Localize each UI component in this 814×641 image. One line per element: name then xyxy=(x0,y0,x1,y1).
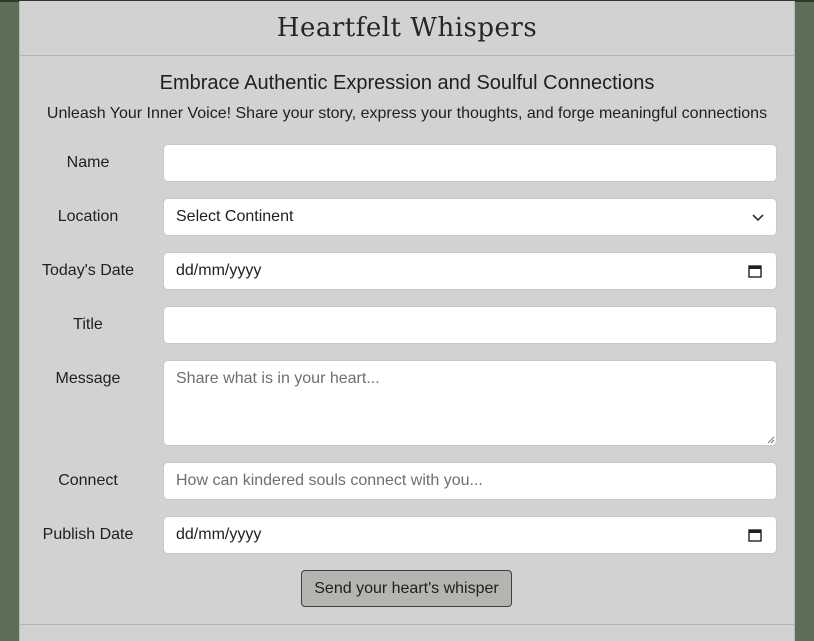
site-title: Heartfelt Whispers xyxy=(276,13,538,43)
footer-divider xyxy=(20,624,794,625)
connect-input[interactable]: How can kindered souls connect with you.… xyxy=(163,462,777,500)
page-tagline: Unleash Your Inner Voice! Share your sto… xyxy=(46,105,768,122)
message-placeholder: Share what is in your heart... xyxy=(176,370,380,387)
chevron-down-icon xyxy=(752,214,764,222)
publish-date-label: Publish Date xyxy=(42,526,134,543)
name-input[interactable] xyxy=(163,144,777,182)
calendar-icon[interactable] xyxy=(748,528,762,542)
title-label: Title xyxy=(73,316,103,333)
publish-date-value: dd/mm/yyyy xyxy=(176,526,262,543)
send-whisper-button[interactable]: Send your heart's whisper xyxy=(301,570,512,607)
calendar-icon[interactable] xyxy=(748,264,762,278)
page-subtitle: Embrace Authentic Expression and Soulful… xyxy=(159,72,655,94)
todays-date-value: dd/mm/yyyy xyxy=(176,262,262,279)
form-panel: Heartfelt Whispers Embrace Authentic Exp… xyxy=(19,1,795,641)
resize-grip-icon[interactable] xyxy=(767,436,775,444)
todays-date-label: Today's Date xyxy=(42,262,134,279)
connect-label: Connect xyxy=(58,472,118,489)
location-selected-value: Select Continent xyxy=(176,208,294,225)
location-label: Location xyxy=(57,208,119,225)
todays-date-input[interactable]: dd/mm/yyyy xyxy=(163,252,777,290)
location-select[interactable]: Select Continent xyxy=(163,198,777,236)
name-label: Name xyxy=(66,154,110,171)
message-label: Message xyxy=(55,370,121,387)
site-header: Heartfelt Whispers xyxy=(20,1,794,56)
publish-date-input[interactable]: dd/mm/yyyy xyxy=(163,516,777,554)
message-textarea[interactable]: Share what is in your heart... xyxy=(163,360,777,446)
title-input[interactable] xyxy=(163,306,777,344)
